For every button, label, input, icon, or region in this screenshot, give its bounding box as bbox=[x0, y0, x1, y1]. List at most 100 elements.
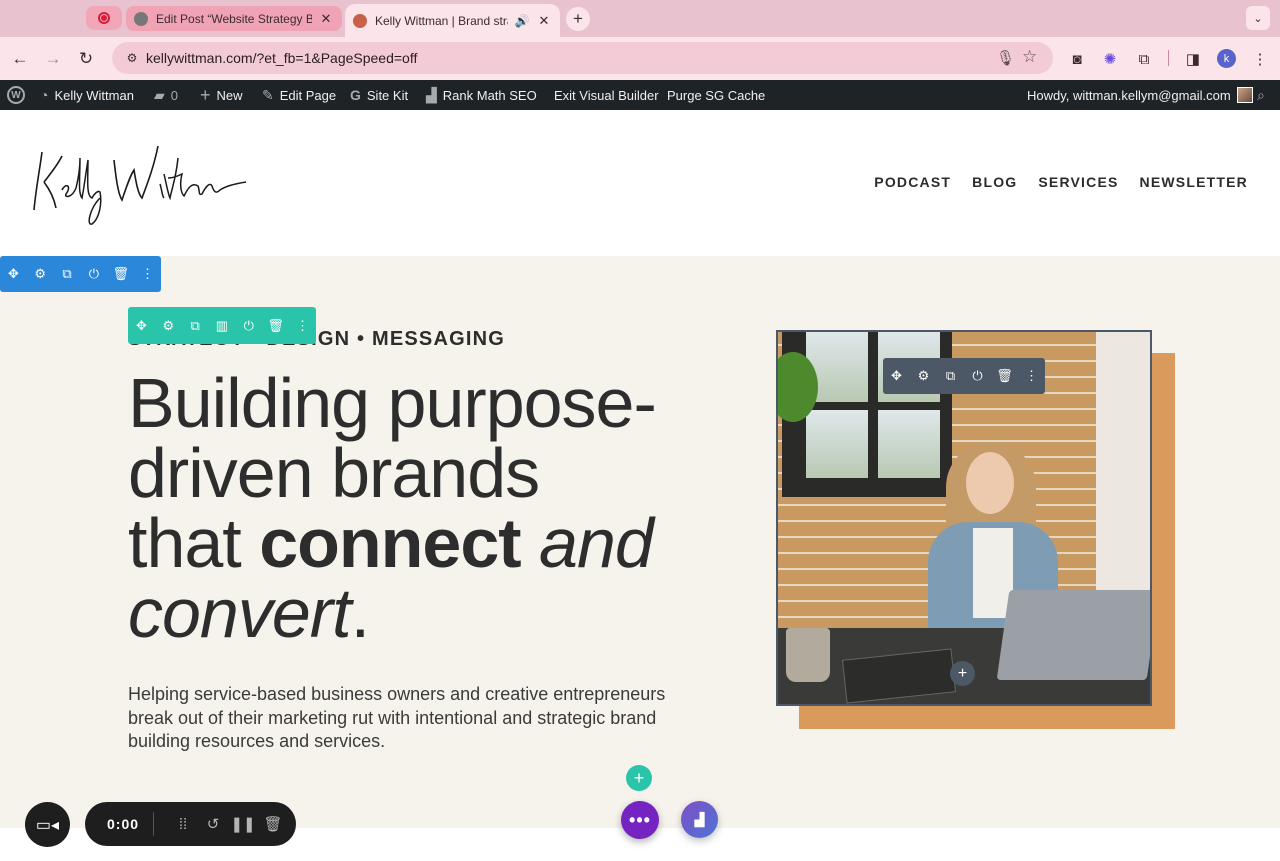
nav-services[interactable]: SERVICES bbox=[1038, 174, 1118, 190]
recording-tab[interactable] bbox=[86, 6, 122, 30]
move-icon[interactable]: ✥ bbox=[887, 368, 907, 384]
admin-comments[interactable]: ▰ 0 bbox=[154, 80, 178, 110]
grid-icon[interactable]: ⁞⁞ bbox=[168, 816, 198, 833]
forward-icon[interactable]: → bbox=[40, 46, 66, 72]
site-logo[interactable] bbox=[30, 138, 250, 233]
move-icon[interactable]: ✥ bbox=[131, 318, 151, 334]
admin-edit-page[interactable]: ✎ Edit Page bbox=[262, 80, 336, 110]
add-row-button[interactable]: + bbox=[626, 765, 652, 791]
plus-icon: + bbox=[200, 84, 211, 105]
rank-math-button[interactable]: ▟ bbox=[681, 801, 718, 838]
gear-icon[interactable]: ⚙ bbox=[158, 318, 178, 334]
nav-blog[interactable]: BLOG bbox=[972, 174, 1017, 190]
bookmark-star-icon[interactable]: ☆ bbox=[1022, 47, 1037, 67]
recording-timer: 0:00 bbox=[107, 816, 140, 832]
chrome-menu-icon[interactable]: ⋮ bbox=[1249, 49, 1271, 69]
power-icon[interactable]: ⏻ bbox=[239, 318, 259, 334]
site-info-icon[interactable]: ⚙ bbox=[120, 46, 144, 70]
pause-icon[interactable]: ❚❚ bbox=[228, 815, 258, 833]
restart-icon[interactable]: ↺ bbox=[198, 815, 228, 833]
howdy-label: Howdy, wittman.kellym@gmail.com bbox=[1027, 87, 1231, 103]
extensions-puzzle-icon[interactable]: ⧉ bbox=[1133, 49, 1155, 69]
more-icon[interactable]: ⋮ bbox=[138, 266, 158, 282]
side-panel-icon[interactable]: ◨ bbox=[1182, 49, 1204, 69]
site-kit-label: Site Kit bbox=[366, 87, 409, 103]
hero-headline[interactable]: Building purpose- driven brands that con… bbox=[128, 368, 748, 648]
trash-icon[interactable]: 🗑 bbox=[111, 266, 131, 282]
wp-admin-bar: W ◔ Kelly Wittman ▰ 0 + New ✎ Edit Page … bbox=[0, 80, 1280, 110]
row-settings-bar: ✥ ⚙ ⧉ ▥ ⏻ 🗑 ⋮ bbox=[128, 307, 316, 344]
screen-recorder-controls: 0:00 ⁞⁞ ↺ ❚❚ 🗑 bbox=[85, 802, 296, 846]
purge-cache-label: Purge SG Cache bbox=[667, 87, 766, 103]
extension-sparkle-icon[interactable]: ✺ bbox=[1099, 49, 1121, 69]
duplicate-icon[interactable]: ⧉ bbox=[57, 266, 77, 282]
toolbar-divider bbox=[1168, 50, 1169, 66]
rank-math-icon: ▟ bbox=[426, 86, 437, 103]
more-icon[interactable]: ⋮ bbox=[292, 318, 312, 334]
admin-search-icon[interactable]: ⌕ bbox=[1257, 80, 1271, 110]
tab-edit-post[interactable]: Edit Post “Website Strategy B ✕ bbox=[126, 6, 342, 31]
wordpress-favicon-icon bbox=[134, 11, 148, 26]
url-text[interactable]: kellywittman.com/?et_fb=1&PageSpeed=off bbox=[146, 50, 417, 66]
admin-account[interactable]: Howdy, wittman.kellym@gmail.com bbox=[1027, 80, 1253, 110]
close-tab-icon[interactable]: ✕ bbox=[536, 13, 552, 29]
headline-line-1: Building purpose- bbox=[128, 364, 657, 442]
headline-and: and bbox=[520, 504, 654, 582]
duplicate-icon[interactable]: ⧉ bbox=[941, 368, 961, 384]
module-settings-bar: ✥ ⚙ ⧉ ⏻ 🗑 ⋮ bbox=[883, 358, 1045, 394]
camera-icon[interactable]: ▭◂ bbox=[25, 802, 70, 847]
close-tab-icon[interactable]: ✕ bbox=[318, 11, 334, 27]
admin-site-name[interactable]: ◔ Kelly Wittman bbox=[40, 80, 134, 110]
add-module-button[interactable]: + bbox=[950, 661, 975, 686]
tab-search-button[interactable]: ⌄ bbox=[1246, 6, 1270, 30]
power-icon[interactable]: ⏻ bbox=[968, 368, 988, 384]
signature-logo bbox=[33, 145, 247, 225]
new-tab-button[interactable]: + bbox=[566, 7, 590, 31]
nav-podcast[interactable]: PODCAST bbox=[874, 174, 951, 190]
pencil-icon: ✎ bbox=[262, 86, 274, 103]
gear-icon[interactable]: ⚙ bbox=[30, 266, 50, 282]
record-icon bbox=[98, 12, 110, 24]
avatar bbox=[1236, 87, 1253, 103]
new-label: New bbox=[216, 87, 243, 103]
more-icon[interactable]: ⋮ bbox=[1022, 368, 1042, 384]
site-header: PODCAST BLOG SERVICES NEWSLETTER bbox=[0, 110, 1280, 256]
tab-title: Kelly Wittman | Brand stra bbox=[375, 13, 508, 28]
admin-new[interactable]: + New bbox=[200, 80, 243, 110]
power-icon[interactable]: ⏻ bbox=[84, 266, 104, 282]
audio-icon[interactable]: 🔊 bbox=[514, 14, 530, 28]
headline-line-2: driven brands bbox=[128, 434, 540, 512]
back-icon[interactable]: ← bbox=[7, 46, 33, 72]
recorder-divider bbox=[153, 812, 155, 836]
profile-avatar[interactable]: k bbox=[1217, 49, 1236, 68]
columns-icon[interactable]: ▥ bbox=[212, 318, 232, 334]
trash-icon[interactable]: 🗑 bbox=[266, 318, 286, 334]
admin-rank-math[interactable]: ▟ Rank Math SEO bbox=[426, 80, 537, 110]
headline-line-3a: that bbox=[128, 504, 260, 582]
tab-title: Edit Post “Website Strategy B bbox=[156, 11, 312, 26]
admin-exit-visual-builder[interactable]: Exit Visual Builder bbox=[554, 80, 659, 110]
builder-page-settings-button[interactable]: ••• bbox=[621, 801, 659, 839]
site-favicon-icon bbox=[353, 13, 367, 28]
hero-subtext[interactable]: Helping service-based business owners an… bbox=[128, 683, 698, 754]
rank-math-label: Rank Math SEO bbox=[442, 87, 537, 103]
gear-icon[interactable]: ⚙ bbox=[914, 368, 934, 384]
nav-newsletter[interactable]: NEWSLETTER bbox=[1140, 174, 1248, 190]
camera-extension-icon[interactable]: ◙ bbox=[1066, 49, 1088, 69]
comments-count: 0 bbox=[170, 87, 179, 103]
address-bar[interactable]: ⚙ kellywittman.com/?et_fb=1&PageSpeed=of… bbox=[112, 42, 1053, 74]
wordpress-logo-icon[interactable]: W bbox=[7, 80, 25, 110]
trash-icon[interactable]: 🗑 bbox=[258, 815, 288, 833]
reload-icon[interactable]: ↻ bbox=[73, 46, 99, 72]
google-icon: G bbox=[350, 87, 361, 103]
tab-kelly-wittman[interactable]: Kelly Wittman | Brand stra 🔊 ✕ bbox=[345, 4, 560, 37]
trash-icon[interactable]: 🗑 bbox=[995, 368, 1015, 384]
admin-site-kit[interactable]: G Site Kit bbox=[350, 80, 408, 110]
main-navigation: PODCAST BLOG SERVICES NEWSLETTER bbox=[874, 174, 1248, 190]
duplicate-icon[interactable]: ⧉ bbox=[185, 318, 205, 334]
edit-page-label: Edit Page bbox=[279, 87, 337, 103]
admin-purge-cache[interactable]: Purge SG Cache bbox=[667, 80, 765, 110]
move-icon[interactable]: ✥ bbox=[3, 266, 23, 282]
site-name-label: Kelly Wittman bbox=[54, 87, 134, 103]
microphone-icon[interactable]: 🎙 bbox=[996, 49, 1015, 67]
